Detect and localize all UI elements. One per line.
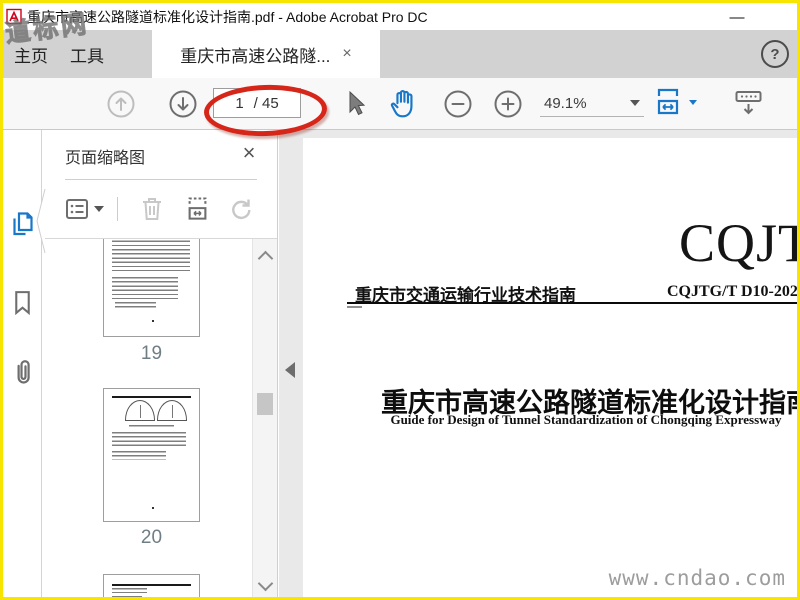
thumbnail-label[interactable]: 19 bbox=[103, 343, 200, 365]
fit-width-icon bbox=[653, 86, 683, 118]
bookmarks-button[interactable] bbox=[3, 282, 41, 322]
fit-width-button[interactable] bbox=[653, 86, 697, 118]
plus-circle-icon bbox=[493, 89, 523, 119]
tab-tools[interactable]: 工具 bbox=[66, 30, 108, 78]
active-panel-pointer bbox=[36, 188, 46, 254]
tab-home[interactable]: 主页 bbox=[10, 30, 52, 78]
thumbnail-header-line bbox=[111, 396, 192, 398]
thumbnail-text-lines bbox=[115, 302, 157, 308]
thumbnail-text-lines bbox=[128, 425, 175, 429]
chevron-down-icon bbox=[94, 206, 104, 212]
page-thumbnails-panel: 页面缩略图 × 19 20 bbox=[43, 130, 278, 597]
thumbnail-options-button[interactable] bbox=[61, 192, 107, 226]
tab-bar: 主页 工具 重庆市高速公路隧... × ? bbox=[3, 30, 797, 78]
pdf-page[interactable]: CQJTG 重庆市交通运输行业技术指南 CQJTG/T D10-2021 — 重… bbox=[303, 138, 797, 597]
options-list-icon bbox=[64, 197, 90, 221]
reading-mode-icon bbox=[733, 89, 764, 119]
scroll-up-icon[interactable] bbox=[257, 250, 274, 267]
document-tab-label: 重庆市高速公路隧... bbox=[180, 46, 331, 66]
page-thumbnails-icon bbox=[9, 210, 36, 238]
header-dash: — bbox=[347, 298, 362, 315]
main-area: 页面缩略图 × 19 20 CQJT 重庆市交通运输行业技术指南 CQJTG/T… bbox=[3, 130, 797, 597]
thumbnail-page-dot bbox=[151, 320, 154, 322]
page-count-label: / 45 bbox=[253, 94, 279, 112]
zoom-in-button[interactable] bbox=[490, 86, 526, 122]
bookmark-icon bbox=[11, 289, 34, 316]
zoom-level-select[interactable]: 49.1% bbox=[540, 90, 644, 117]
thumbnail-label[interactable]: 20 bbox=[103, 527, 200, 549]
zoom-out-button[interactable] bbox=[440, 86, 476, 122]
thumbnail-text-lines bbox=[111, 432, 186, 448]
main-toolbar: 1 / 45 49.1% bbox=[3, 78, 797, 139]
thumbnail-text-lines bbox=[111, 588, 147, 593]
tunnel-diagram bbox=[157, 400, 187, 421]
thumbnail-page-20[interactable] bbox=[103, 388, 200, 522]
page-size-icon bbox=[184, 195, 211, 223]
hide-toolbar-button[interactable] bbox=[730, 86, 766, 122]
chevron-down-icon bbox=[630, 100, 640, 106]
navigation-rail bbox=[3, 130, 46, 597]
hand-tool-button[interactable] bbox=[385, 86, 421, 122]
attachments-button[interactable] bbox=[3, 352, 41, 392]
thumbnail-page-21[interactable] bbox=[103, 574, 200, 597]
thumbnails-scrollbar[interactable] bbox=[252, 239, 277, 597]
arrow-down-circle-icon bbox=[168, 89, 198, 119]
rotate-icon bbox=[227, 196, 253, 222]
header-rule bbox=[347, 302, 797, 304]
window-title: 重庆市高速公路隧道标准化设计指南.pdf - Adobe Acrobat Pro… bbox=[27, 8, 428, 25]
close-tab-icon[interactable]: × bbox=[342, 46, 351, 62]
arrow-cursor-icon bbox=[342, 89, 368, 119]
arrow-up-circle-icon bbox=[106, 89, 136, 119]
hand-icon bbox=[387, 87, 420, 122]
document-tab[interactable]: 重庆市高速公路隧... × bbox=[152, 30, 380, 78]
title-bar: 重庆市高速公路隧道标准化设计指南.pdf - Adobe Acrobat Pro… bbox=[3, 3, 797, 30]
panel-close-button[interactable]: × bbox=[236, 140, 262, 166]
panel-title: 页面缩略图 bbox=[65, 150, 146, 167]
document-title-en: Guide for Design of Tunnel Standardizati… bbox=[390, 412, 782, 427]
thumbnail-text-lines bbox=[111, 451, 166, 460]
thumbnail-page-dot bbox=[151, 507, 154, 509]
document-view: CQJTG 重庆市交通运输行业技术指南 CQJTG/T D10-2021 — 重… bbox=[303, 130, 797, 597]
chevron-down-icon bbox=[689, 99, 697, 105]
trash-icon bbox=[139, 195, 165, 223]
paperclip-icon bbox=[9, 357, 36, 388]
tunnel-diagram bbox=[125, 400, 155, 421]
thumbnail-header-line bbox=[111, 584, 192, 586]
panel-divider bbox=[65, 179, 257, 180]
delete-pages-button[interactable] bbox=[135, 192, 169, 226]
select-tool-button[interactable] bbox=[337, 86, 373, 122]
scrollbar-thumb[interactable] bbox=[257, 393, 273, 415]
previous-page-button[interactable] bbox=[103, 86, 139, 122]
collapse-panel-button[interactable] bbox=[285, 362, 295, 378]
thumbnail-text-lines bbox=[111, 277, 179, 299]
panel-gutter bbox=[279, 130, 303, 597]
thumbnails-list: 19 20 bbox=[43, 239, 252, 597]
thumbnail-text-lines bbox=[111, 596, 142, 597]
standard-number: CQJTG/T D10-2021 bbox=[667, 283, 797, 300]
resize-pages-button[interactable] bbox=[180, 192, 214, 226]
page-number-value: 1 bbox=[235, 94, 244, 112]
rotate-pages-button[interactable] bbox=[223, 192, 257, 226]
zoom-level-value: 49.1% bbox=[544, 94, 587, 112]
minimize-button[interactable]: — bbox=[717, 5, 757, 29]
acrobat-app-icon bbox=[6, 8, 22, 25]
standard-code-large: CQJTG bbox=[679, 213, 797, 273]
thumbnails-toolbar bbox=[43, 186, 277, 232]
thumbnail-text-lines bbox=[111, 239, 190, 271]
scroll-down-icon[interactable] bbox=[257, 575, 274, 592]
page-number-input[interactable]: 1 / 45 bbox=[213, 88, 301, 118]
minus-circle-icon bbox=[443, 89, 473, 119]
acrobat-window: 重庆市高速公路隧道标准化设计指南.pdf - Adobe Acrobat Pro… bbox=[0, 0, 800, 600]
toolbar-divider bbox=[117, 197, 118, 221]
next-page-button[interactable] bbox=[165, 86, 201, 122]
thumbnail-page-19[interactable] bbox=[103, 239, 200, 337]
help-icon[interactable]: ? bbox=[761, 40, 789, 68]
